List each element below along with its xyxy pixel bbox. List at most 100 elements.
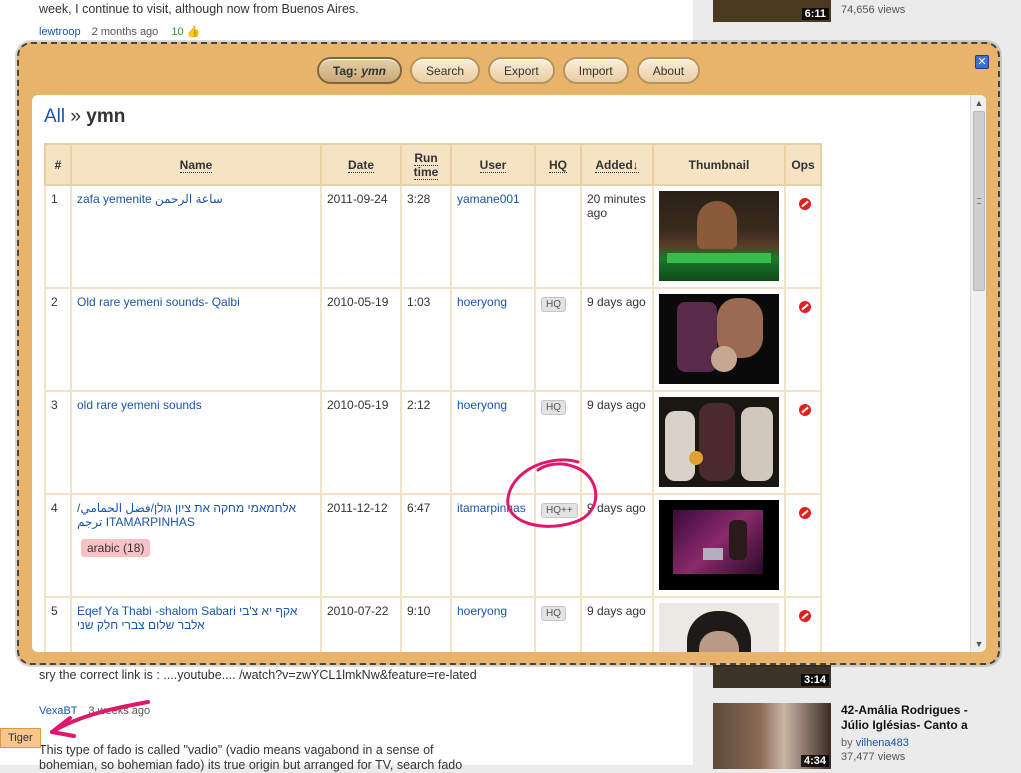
video-name-link[interactable]: Eqef Ya Thabi -shalom Sabari אקף יא צ'בי… <box>77 604 297 632</box>
video-thumbnail[interactable] <box>659 603 779 652</box>
video-name-link[interactable]: old rare yemeni sounds <box>77 398 202 412</box>
video-thumbnail[interactable] <box>659 500 779 590</box>
row-added: 9 days ago <box>580 287 654 392</box>
by-prefix: by <box>841 737 853 749</box>
video-thumbnail[interactable] <box>659 397 779 487</box>
row-added: 9 days ago <box>580 493 654 598</box>
scroll-thumb[interactable] <box>973 111 985 291</box>
breadcrumb: All » ymn <box>44 106 125 128</box>
tag-manager-modal: Tag: ymn Search Export Import About ✕ Al… <box>17 42 1000 665</box>
tag-pill[interactable]: arabic (18) <box>81 539 151 557</box>
row-runtime: 6:47 <box>400 493 452 598</box>
related-user[interactable]: vilhena483 <box>856 737 909 749</box>
hq-badge: HQ <box>541 297 566 312</box>
col-header-name[interactable]: Name <box>70 143 322 186</box>
grip-icon <box>977 198 981 204</box>
delete-icon[interactable] <box>799 198 811 210</box>
related-title[interactable]: 42-Amália Rodrigues - Júlio Iglésias- Ca… <box>841 703 991 733</box>
col-header-runtime[interactable]: Run time <box>400 143 452 186</box>
col-header-ops: Ops <box>784 143 822 186</box>
comment-user-link[interactable]: lewtroop <box>39 26 81 38</box>
video-name-link[interactable]: אלחמאמי מחקה את ציון גולן/فضل الحمامي/ ت… <box>77 501 296 529</box>
row-num: 3 <box>44 390 72 495</box>
video-name-link[interactable]: zafa yemenite ساعة الرحمن <box>77 192 223 206</box>
about-button[interactable]: About <box>636 57 701 84</box>
table-row: 1 zafa yemenite ساعة الرحمن 2011-09-24 3… <box>44 184 822 289</box>
comment-likes: 10 <box>171 26 184 38</box>
comment-meta: lewtroop 2 months ago 10 👍 <box>39 25 200 38</box>
video-thumbnail[interactable] <box>659 294 779 384</box>
breadcrumb-separator: » <box>70 106 81 127</box>
import-button[interactable]: Import <box>562 57 629 84</box>
row-date: 2011-09-24 <box>320 184 402 289</box>
col-header-user[interactable]: User <box>450 143 536 186</box>
delete-icon[interactable] <box>799 610 811 622</box>
user-link[interactable]: hoeryong <box>457 604 507 618</box>
search-button[interactable]: Search <box>410 57 481 84</box>
hq-badge: HQ <box>541 606 566 621</box>
scroll-up-icon[interactable]: ▲ <box>973 97 985 109</box>
modal-content: All » ymn # Name Date Run time User HQ A… <box>32 95 986 652</box>
comment-text: week, I continue to visit, although now … <box>39 2 359 16</box>
row-added: 9 days ago <box>580 390 654 495</box>
row-num: 5 <box>44 596 72 652</box>
delete-icon[interactable] <box>799 507 811 519</box>
row-added: 9 days ago <box>580 596 654 652</box>
table-row: 5 Eqef Ya Thabi -shalom Sabari אקף יא צ'… <box>44 596 822 652</box>
comment-text: sry the correct link is : ....youtube...… <box>39 668 477 682</box>
related-views: 74,656 views <box>841 4 906 16</box>
close-icon[interactable]: ✕ <box>975 55 989 69</box>
user-link[interactable]: hoeryong <box>457 295 507 309</box>
row-runtime: 9:10 <box>400 596 452 652</box>
tag-label: Tag: <box>332 63 358 78</box>
related-by: by vilhena483 <box>841 737 909 749</box>
hq-badge: HQ++ <box>541 503 578 518</box>
row-runtime: 1:03 <box>400 287 452 392</box>
scroll-down-icon[interactable]: ▼ <box>973 638 985 650</box>
row-date: 2010-05-19 <box>320 287 402 392</box>
row-date: 2010-07-22 <box>320 596 402 652</box>
related-thumbnail[interactable]: 6:11 <box>713 0 831 22</box>
modal-toolbar: Tag: ymn Search Export Import About <box>19 57 998 84</box>
user-link[interactable]: hoeryong <box>457 398 507 412</box>
row-date: 2011-12-12 <box>320 493 402 598</box>
duration-badge: 6:11 <box>801 8 829 20</box>
hq-badge: HQ <box>541 400 566 415</box>
row-num: 4 <box>44 493 72 598</box>
modal-scrollbar[interactable]: ▲ ▼ <box>970 95 986 652</box>
col-header-thumbnail: Thumbnail <box>652 143 786 186</box>
delete-icon[interactable] <box>799 301 811 313</box>
export-button[interactable]: Export <box>488 57 555 84</box>
related-views: 37,477 views <box>841 751 906 763</box>
video-table: # Name Date Run time User HQ Added↓ Thum… <box>44 143 822 652</box>
user-link[interactable]: yamane001 <box>457 192 520 206</box>
row-date: 2010-05-19 <box>320 390 402 495</box>
col-header-num: # <box>44 143 72 186</box>
tag-value: ymn <box>361 63 387 78</box>
row-runtime: 2:12 <box>400 390 452 495</box>
comment-text: This type of fado is called "vadio" (vad… <box>39 743 463 772</box>
tag-button[interactable]: Tag: ymn <box>316 57 403 84</box>
related-thumbnail[interactable]: 4:34 <box>713 703 831 769</box>
red-arrow-annotation <box>50 700 150 738</box>
table-row: 3 old rare yemeni sounds 2010-05-19 2:12… <box>44 390 822 495</box>
table-header-row: # Name Date Run time User HQ Added↓ Thum… <box>44 143 822 186</box>
user-link[interactable]: itamarpinhas <box>457 501 526 515</box>
row-num: 1 <box>44 184 72 289</box>
row-runtime: 3:28 <box>400 184 452 289</box>
breadcrumb-current: ymn <box>86 106 126 127</box>
table-row: 2 Old rare yemeni sounds- Qalbi 2010-05-… <box>44 287 822 392</box>
row-added: 20 minutes ago <box>580 184 654 289</box>
comment-time: 2 months ago <box>91 26 159 38</box>
row-num: 2 <box>44 287 72 392</box>
row-hq <box>534 184 582 289</box>
video-name-link[interactable]: Old rare yemeni sounds- Qalbi <box>77 295 240 309</box>
col-header-hq[interactable]: HQ <box>534 143 582 186</box>
breadcrumb-all-link[interactable]: All <box>44 106 65 127</box>
col-header-date[interactable]: Date <box>320 143 402 186</box>
delete-icon[interactable] <box>799 404 811 416</box>
duration-badge: 3:14 <box>800 674 829 686</box>
col-header-added[interactable]: Added↓ <box>580 143 654 186</box>
video-thumbnail[interactable] <box>659 191 779 281</box>
thumbs-up-icon[interactable]: 👍 <box>187 26 201 38</box>
